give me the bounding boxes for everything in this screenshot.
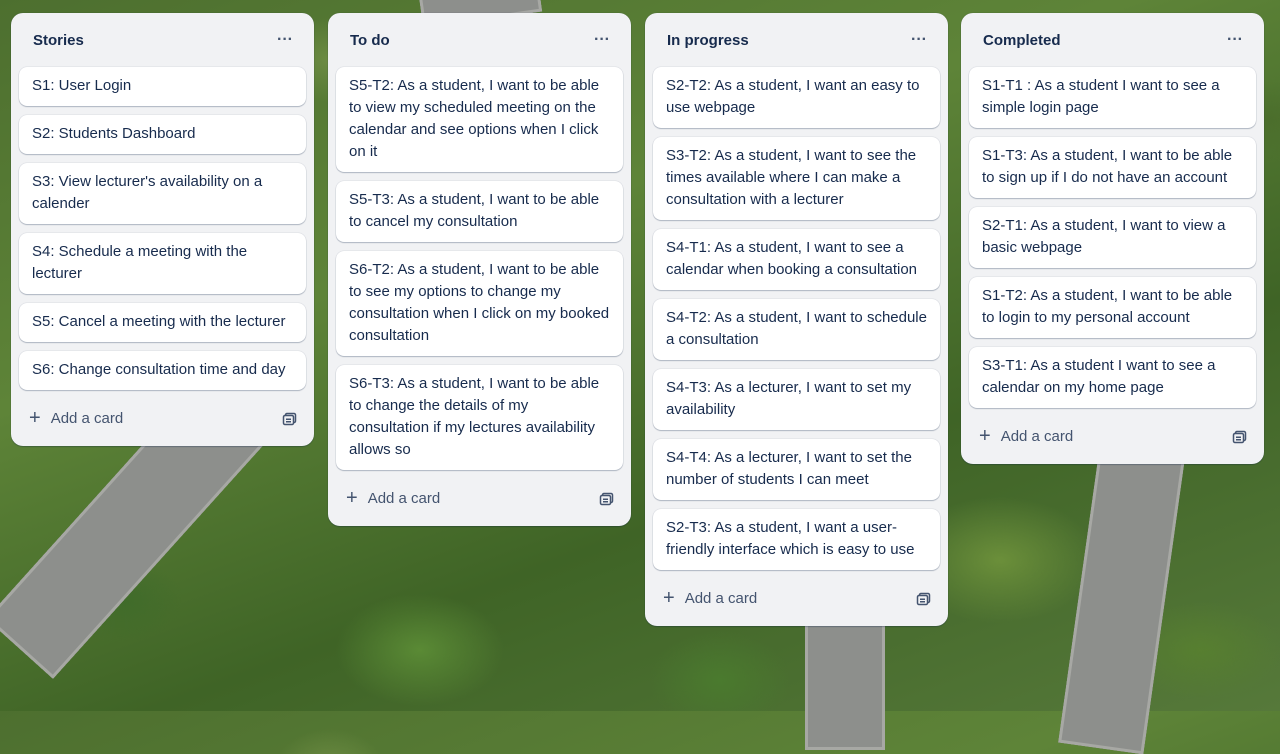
list-title[interactable]: Completed <box>983 32 1061 49</box>
list-completed: Completed ··· S1-T1 : As a student I wan… <box>961 13 1264 464</box>
plus-icon: + <box>663 587 675 609</box>
list-header: Completed ··· <box>969 13 1256 67</box>
list-to-do: To do ··· S5-T2: As a student, I want to… <box>328 13 631 526</box>
card[interactable]: S4-T2: As a student, I want to schedule … <box>653 299 940 360</box>
list-menu-button[interactable]: ··· <box>270 26 300 54</box>
list-title[interactable]: In progress <box>667 32 749 49</box>
card[interactable]: S5: Cancel a meeting with the lecturer <box>19 303 306 342</box>
card[interactable]: S1: User Login <box>19 67 306 106</box>
add-card-label: Add a card <box>684 589 758 607</box>
add-card-label: Add a card <box>1000 427 1074 445</box>
list-header: To do ··· <box>336 13 623 67</box>
card[interactable]: S3: View lecturer's availability on a ca… <box>19 163 306 224</box>
card-template-icon[interactable] <box>282 410 298 426</box>
list-footer: + Add a card <box>336 478 623 518</box>
card-template-icon[interactable] <box>1232 428 1248 444</box>
list-in-progress: In progress ··· S2-T2: As a student, I w… <box>645 13 948 626</box>
add-card-label: Add a card <box>367 489 441 507</box>
card[interactable]: S4-T4: As a lecturer, I want to set the … <box>653 439 940 500</box>
card-list: S1: User Login S2: Students Dashboard S3… <box>19 67 306 390</box>
card[interactable]: S1-T1 : As a student I want to see a sim… <box>969 67 1256 128</box>
card[interactable]: S3-T2: As a student, I want to see the t… <box>653 137 940 220</box>
card[interactable]: S5-T2: As a student, I want to be able t… <box>336 67 623 172</box>
card[interactable]: S1-T2: As a student, I want to be able t… <box>969 277 1256 338</box>
card[interactable]: S6-T2: As a student, I want to be able t… <box>336 251 623 356</box>
card[interactable]: S2-T3: As a student, I want a user-frien… <box>653 509 940 570</box>
more-icon: ··· <box>911 31 927 48</box>
add-card-button[interactable]: + Add a card <box>663 588 757 608</box>
list-footer: + Add a card <box>19 398 306 438</box>
board: Stories ··· S1: User Login S2: Students … <box>0 0 1280 711</box>
card[interactable]: S3-T1: As a student I want to see a cale… <box>969 347 1256 408</box>
list-header: Stories ··· <box>19 13 306 67</box>
card-template-icon[interactable] <box>916 590 932 606</box>
list-header: In progress ··· <box>653 13 940 67</box>
card[interactable]: S6-T3: As a student, I want to be able t… <box>336 365 623 470</box>
list-menu-button[interactable]: ··· <box>1220 26 1250 54</box>
add-card-label: Add a card <box>50 409 124 427</box>
card-list: S1-T1 : As a student I want to see a sim… <box>969 67 1256 408</box>
card[interactable]: S2: Students Dashboard <box>19 115 306 154</box>
list-title[interactable]: To do <box>350 32 390 49</box>
plus-icon: + <box>346 487 358 509</box>
list-stories: Stories ··· S1: User Login S2: Students … <box>11 13 314 446</box>
more-icon: ··· <box>277 31 293 48</box>
card[interactable]: S4-T1: As a student, I want to see a cal… <box>653 229 940 290</box>
card[interactable]: S1-T3: As a student, I want to be able t… <box>969 137 1256 198</box>
plus-icon: + <box>29 407 41 429</box>
card[interactable]: S2-T1: As a student, I want to view a ba… <box>969 207 1256 268</box>
card-list: S2-T2: As a student, I want an easy to u… <box>653 67 940 570</box>
add-card-button[interactable]: + Add a card <box>979 426 1073 446</box>
list-footer: + Add a card <box>653 578 940 618</box>
more-icon: ··· <box>594 31 610 48</box>
plus-icon: + <box>979 425 991 447</box>
card[interactable]: S4: Schedule a meeting with the lecturer <box>19 233 306 294</box>
card[interactable]: S2-T2: As a student, I want an easy to u… <box>653 67 940 128</box>
list-menu-button[interactable]: ··· <box>587 26 617 54</box>
more-icon: ··· <box>1227 31 1243 48</box>
add-card-button[interactable]: + Add a card <box>346 488 440 508</box>
card[interactable]: S4-T3: As a lecturer, I want to set my a… <box>653 369 940 430</box>
list-title[interactable]: Stories <box>33 32 84 49</box>
card-template-icon[interactable] <box>599 490 615 506</box>
list-footer: + Add a card <box>969 416 1256 456</box>
card[interactable]: S5-T3: As a student, I want to be able t… <box>336 181 623 242</box>
list-menu-button[interactable]: ··· <box>904 26 934 54</box>
card[interactable]: S6: Change consultation time and day <box>19 351 306 390</box>
card-list: S5-T2: As a student, I want to be able t… <box>336 67 623 470</box>
add-card-button[interactable]: + Add a card <box>29 408 123 428</box>
